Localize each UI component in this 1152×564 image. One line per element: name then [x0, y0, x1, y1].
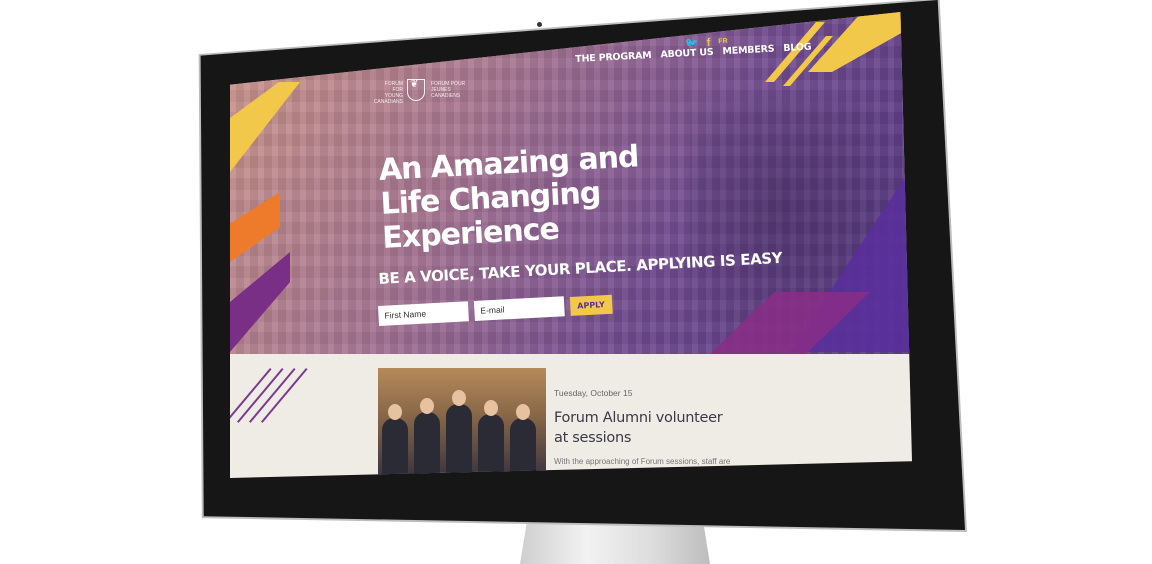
- language-toggle[interactable]: FR: [718, 38, 728, 45]
- news-photo[interactable]: [378, 368, 546, 478]
- logo-text-en: FORUM FOR YOUNG CANADIANS: [373, 81, 403, 105]
- news-excerpt: With the approaching of Forum sessions, …: [554, 457, 731, 466]
- crest-icon: [407, 79, 425, 101]
- news-date: Tuesday, October 15: [554, 388, 633, 398]
- hero-headline: An Amazing and Life Changing Experience: [377, 139, 640, 256]
- webcam-icon: [537, 22, 542, 27]
- nav-item-blog[interactable]: BLOG: [783, 42, 812, 54]
- site-logo[interactable]: FORUM FOR YOUNG CANADIANS FORUM POUR JEU…: [373, 77, 483, 107]
- news-title[interactable]: Forum Alumni volunteer at sessions: [554, 408, 734, 448]
- apply-button[interactable]: APPLY: [569, 294, 613, 316]
- website-screen: FORUM FOR YOUNG CANADIANS FORUM POUR JEU…: [230, 12, 912, 478]
- news-item: Tuesday, October 15 Forum Alumni volunte…: [554, 388, 754, 467]
- logo-text-fr: FORUM POUR JEUNES CANADIENS: [431, 81, 466, 99]
- decor-diagonal-lines: [230, 368, 320, 438]
